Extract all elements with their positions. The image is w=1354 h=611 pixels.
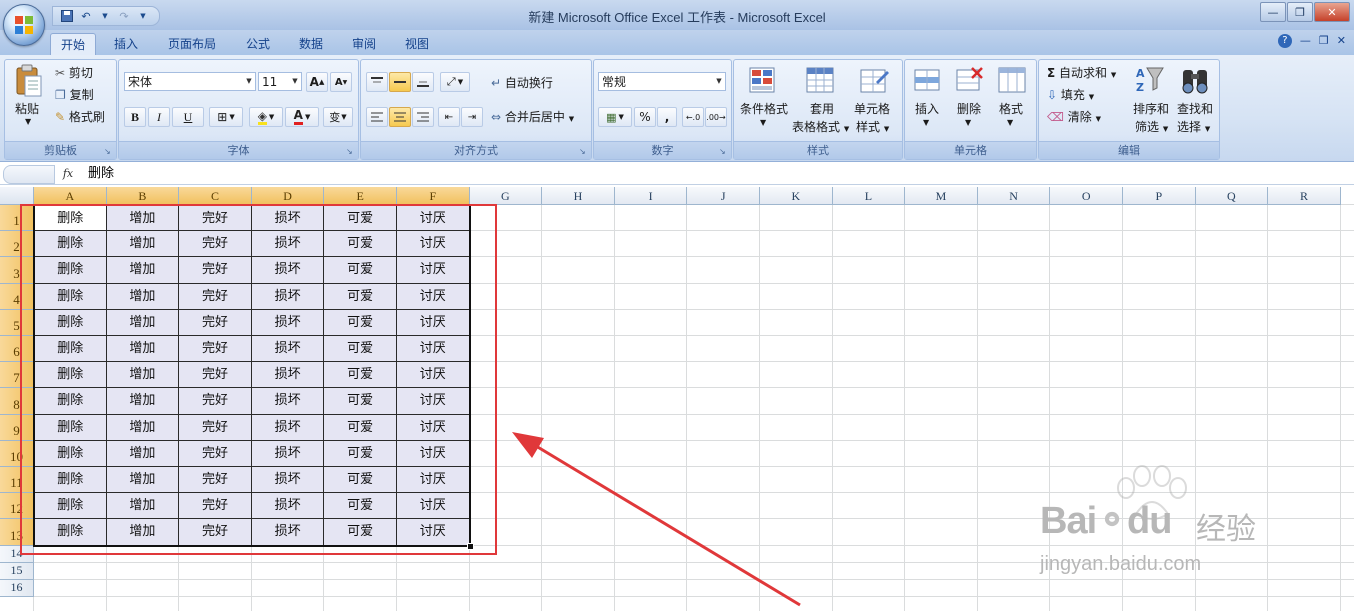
watermark-brand: Bai⚬du (1040, 500, 1172, 542)
watermark-url: jingyan.baidu.com (1040, 553, 1202, 575)
office-button[interactable] (3, 4, 45, 46)
watermark-brand-cn: 经验 (1196, 513, 1256, 546)
office-logo-icon (15, 16, 33, 34)
